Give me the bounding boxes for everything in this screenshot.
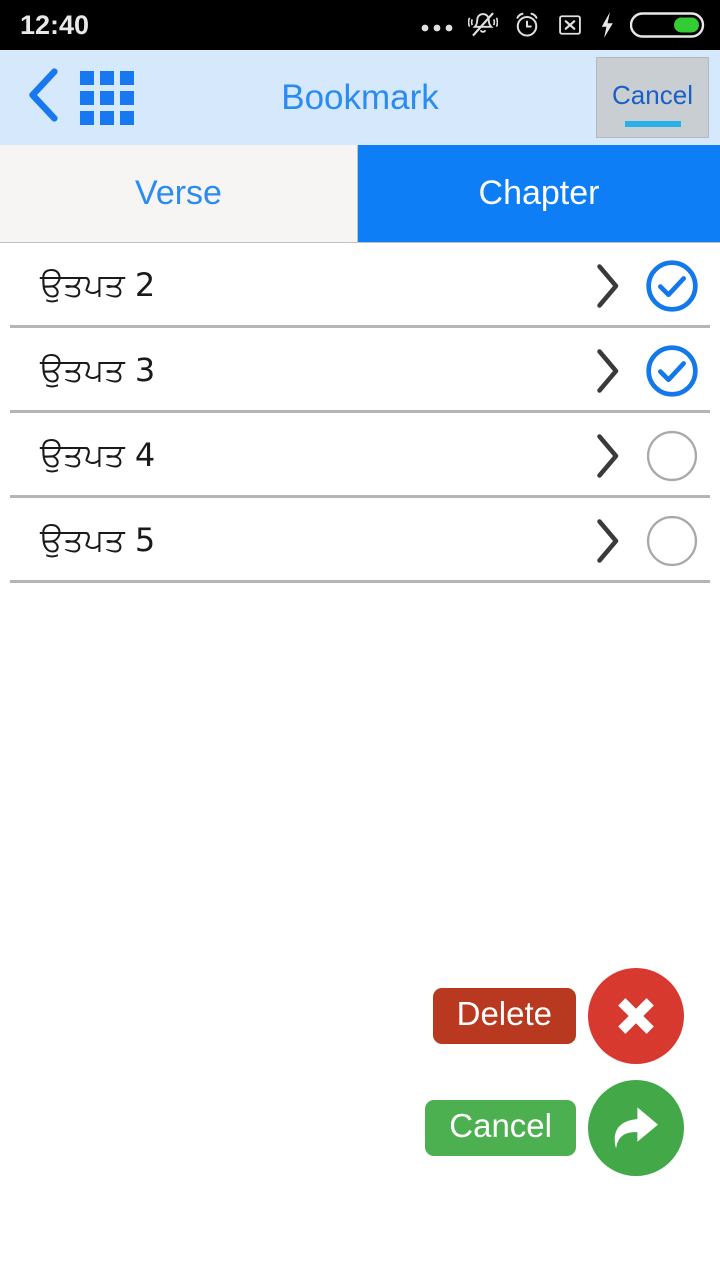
- list-item[interactable]: ਉਤਪਤ 4: [0, 413, 720, 498]
- cancel-label: Cancel: [425, 1100, 576, 1156]
- charging-bolt-icon: [598, 11, 616, 39]
- chapter-list: ਉਤਪਤ 2 ਉਤਪਤ 3 ਉਤਪਤ 4 ਉਤਪਤ 5: [0, 243, 720, 583]
- list-item-label: ਉਤਪਤ 3: [40, 351, 156, 389]
- status-time: 12:40: [20, 9, 90, 40]
- list-separator: [10, 580, 710, 583]
- tab-bar: Verse Chapter: [0, 145, 720, 243]
- grid-cell: [80, 70, 94, 85]
- grid-cell: [120, 90, 134, 105]
- cancel-action-row: Cancel: [425, 1080, 684, 1176]
- list-item[interactable]: ਉਤਪਤ 2: [0, 243, 720, 328]
- silent-bell-icon: [468, 10, 498, 40]
- share-forward-circle-icon[interactable]: [588, 1080, 684, 1176]
- grid-cell: [100, 70, 114, 85]
- tab-verse[interactable]: Verse: [0, 145, 358, 242]
- nav-cancel-label: Cancel: [612, 79, 693, 110]
- action-button-group: Delete Cancel: [425, 968, 684, 1176]
- chevron-right-icon[interactable]: [580, 347, 634, 395]
- list-item[interactable]: ਉਤਪਤ 3: [0, 328, 720, 413]
- list-item-label: ਉਤਪਤ 2: [40, 266, 156, 304]
- status-bar: 12:40: [0, 0, 720, 50]
- chevron-right-icon[interactable]: [580, 517, 634, 565]
- chevron-right-icon[interactable]: [580, 432, 634, 480]
- list-item-label: ਉਤਪਤ 4: [40, 436, 156, 474]
- grid-menu-icon[interactable]: [80, 70, 134, 125]
- grid-cell: [100, 90, 114, 105]
- nav-cancel-underline: [624, 121, 681, 127]
- empty-circle-icon[interactable]: [644, 428, 700, 484]
- close-circle-icon[interactable]: [588, 968, 684, 1064]
- no-sim-icon: [556, 11, 584, 39]
- check-circle-icon[interactable]: [644, 343, 700, 399]
- list-item[interactable]: ਉਤਪਤ 5: [0, 498, 720, 583]
- list-item-label: ਉਤਪਤ 5: [40, 521, 156, 559]
- nav-cancel-button[interactable]: Cancel: [596, 57, 709, 138]
- check-circle-icon[interactable]: [644, 258, 700, 314]
- chevron-right-icon[interactable]: [580, 262, 634, 310]
- battery-icon: [630, 9, 706, 41]
- grid-cell: [80, 110, 94, 125]
- alarm-clock-icon: [512, 10, 542, 40]
- delete-label: Delete: [432, 988, 576, 1044]
- status-icon-group: [420, 9, 706, 41]
- grid-cell: [80, 90, 94, 105]
- nav-bar: Bookmark Cancel: [0, 50, 720, 145]
- tab-chapter[interactable]: Chapter: [358, 145, 720, 242]
- more-dots-icon: [420, 18, 454, 32]
- delete-action-row: Delete: [425, 968, 684, 1064]
- empty-circle-icon[interactable]: [644, 513, 700, 569]
- back-chevron-icon[interactable]: [26, 67, 64, 128]
- grid-cell: [120, 110, 134, 125]
- grid-cell: [100, 110, 114, 125]
- nav-left-group: [0, 67, 134, 128]
- grid-cell: [120, 70, 134, 85]
